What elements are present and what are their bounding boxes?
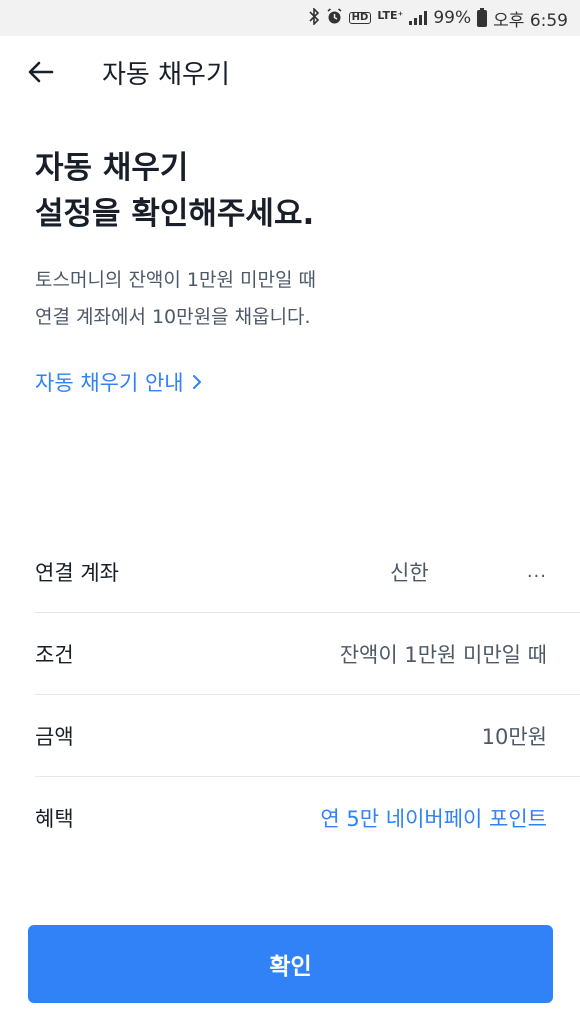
- detail-row-condition: 조건 잔액이 1만원 미만일 때: [35, 613, 580, 695]
- details-list: 연결 계좌 신한 ... 조건 잔액이 1만원 미만일 때 금액 10만원 혜택…: [0, 531, 580, 859]
- detail-value: 10만원: [481, 724, 547, 749]
- detail-row-account[interactable]: 연결 계좌 신한 ...: [35, 531, 580, 613]
- back-button[interactable]: [16, 47, 66, 97]
- account-number-masked: ...: [526, 561, 547, 582]
- headline-line-2: 설정을 확인해주세요.: [35, 196, 315, 232]
- guide-link[interactable]: 자동 채우기 안내: [35, 367, 202, 397]
- detail-row-amount: 금액 10만원: [35, 695, 580, 777]
- description: 토스머니의 잔액이 1만원 미만일 때 연결 계좌에서 10만원을 채웁니다.: [35, 262, 316, 336]
- hd-icon: HD: [348, 12, 372, 24]
- app-bar: 자동 채우기: [0, 36, 580, 108]
- lte-icon: LTE⁺: [377, 8, 404, 22]
- arrow-left-icon: [28, 61, 54, 83]
- guide-link-label: 자동 채우기 안내: [35, 371, 184, 395]
- page-title: 자동 채우기: [102, 59, 230, 90]
- detail-row-benefit: 혜택 연 5만 네이버페이 포인트: [35, 777, 580, 859]
- description-line-1: 토스머니의 잔액이 1만원 미만일 때: [35, 269, 316, 291]
- alarm-icon: [326, 8, 343, 28]
- status-bar: HD LTE⁺ 99% 오후 6:59: [0, 0, 580, 36]
- battery-icon: [477, 8, 488, 27]
- benefit-link[interactable]: 연 5만 네이버페이 포인트: [320, 803, 547, 833]
- description-line-2: 연결 계좌에서 10만원을 채웁니다.: [35, 306, 311, 328]
- detail-label: 혜택: [35, 807, 74, 831]
- headline: 자동 채우기 설정을 확인해주세요.: [35, 145, 314, 237]
- battery-percent: 99%: [433, 8, 472, 28]
- signal-icon: [409, 11, 428, 25]
- detail-label: 금액: [35, 724, 74, 749]
- chevron-right-icon: [192, 375, 201, 389]
- detail-value: 잔액이 1만원 미만일 때: [339, 642, 547, 667]
- bluetooth-icon: [308, 7, 320, 28]
- headline-line-1: 자동 채우기: [35, 150, 189, 186]
- detail-label: 조건: [35, 642, 74, 667]
- detail-value: 신한: [390, 560, 429, 585]
- detail-label: 연결 계좌: [35, 560, 119, 585]
- clock: 오후 6:59: [493, 10, 568, 31]
- confirm-button[interactable]: 확인: [28, 925, 553, 1003]
